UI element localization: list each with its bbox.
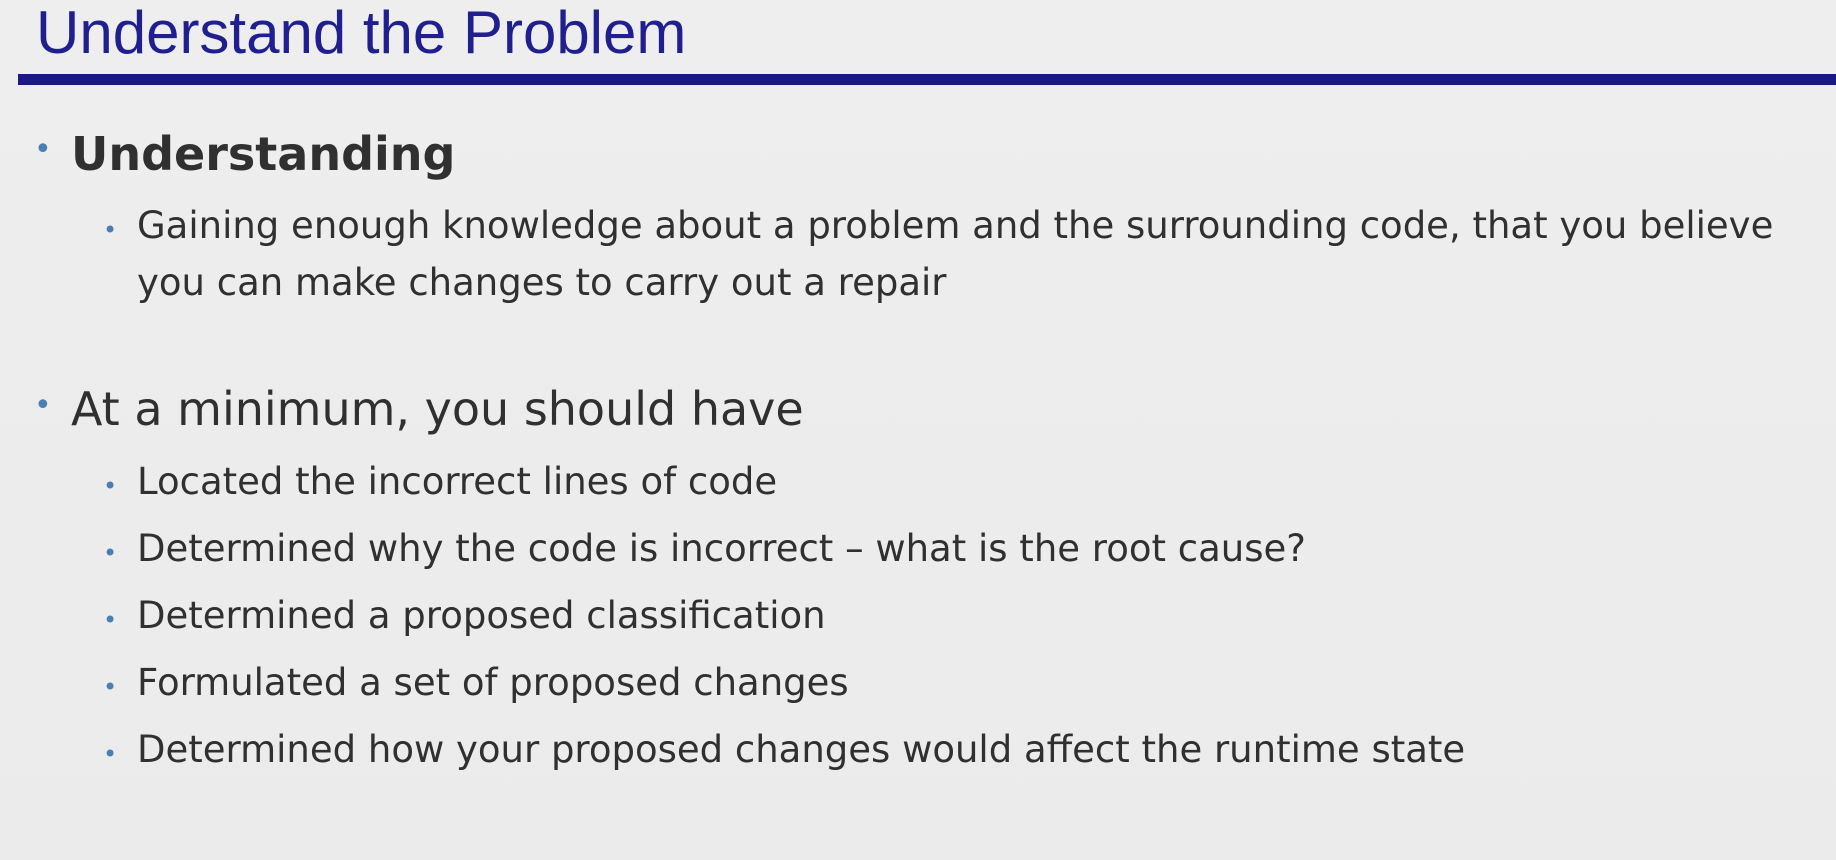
sub-bullet-dot: • (103, 606, 118, 634)
slide-content: • Understanding • Gaining enough knowled… (0, 0, 1836, 860)
sub-bullet-text: Determined how your proposed changes wou… (137, 728, 1466, 771)
sub-bullet-text: Determined a proposed classification (137, 594, 826, 637)
bullet-understanding: Understanding (71, 127, 456, 181)
sub-bullet-dot: • (103, 539, 118, 567)
slide: Understand the Problem • Understanding •… (0, 0, 1836, 860)
sub-bullet-dot: • (103, 472, 118, 500)
sub-bullet-dot: • (103, 673, 118, 701)
sub-bullet-text-continued: you can make changes to carry out a repa… (137, 261, 947, 304)
sub-bullet-text: Determined why the code is incorrect – w… (137, 527, 1306, 570)
sub-bullet-dot: • (103, 216, 118, 244)
sub-bullet-dot: • (103, 740, 118, 768)
bullet-at-a-minimum: At a minimum, you should have (71, 382, 804, 436)
sub-bullet-text: Formulated a set of proposed changes (137, 661, 849, 704)
sub-bullet-text: Located the incorrect lines of code (137, 460, 778, 503)
sub-bullet-text: Gaining enough knowledge about a problem… (137, 204, 1774, 247)
bullet-dot: • (34, 132, 52, 167)
bullet-dot: • (34, 388, 52, 423)
